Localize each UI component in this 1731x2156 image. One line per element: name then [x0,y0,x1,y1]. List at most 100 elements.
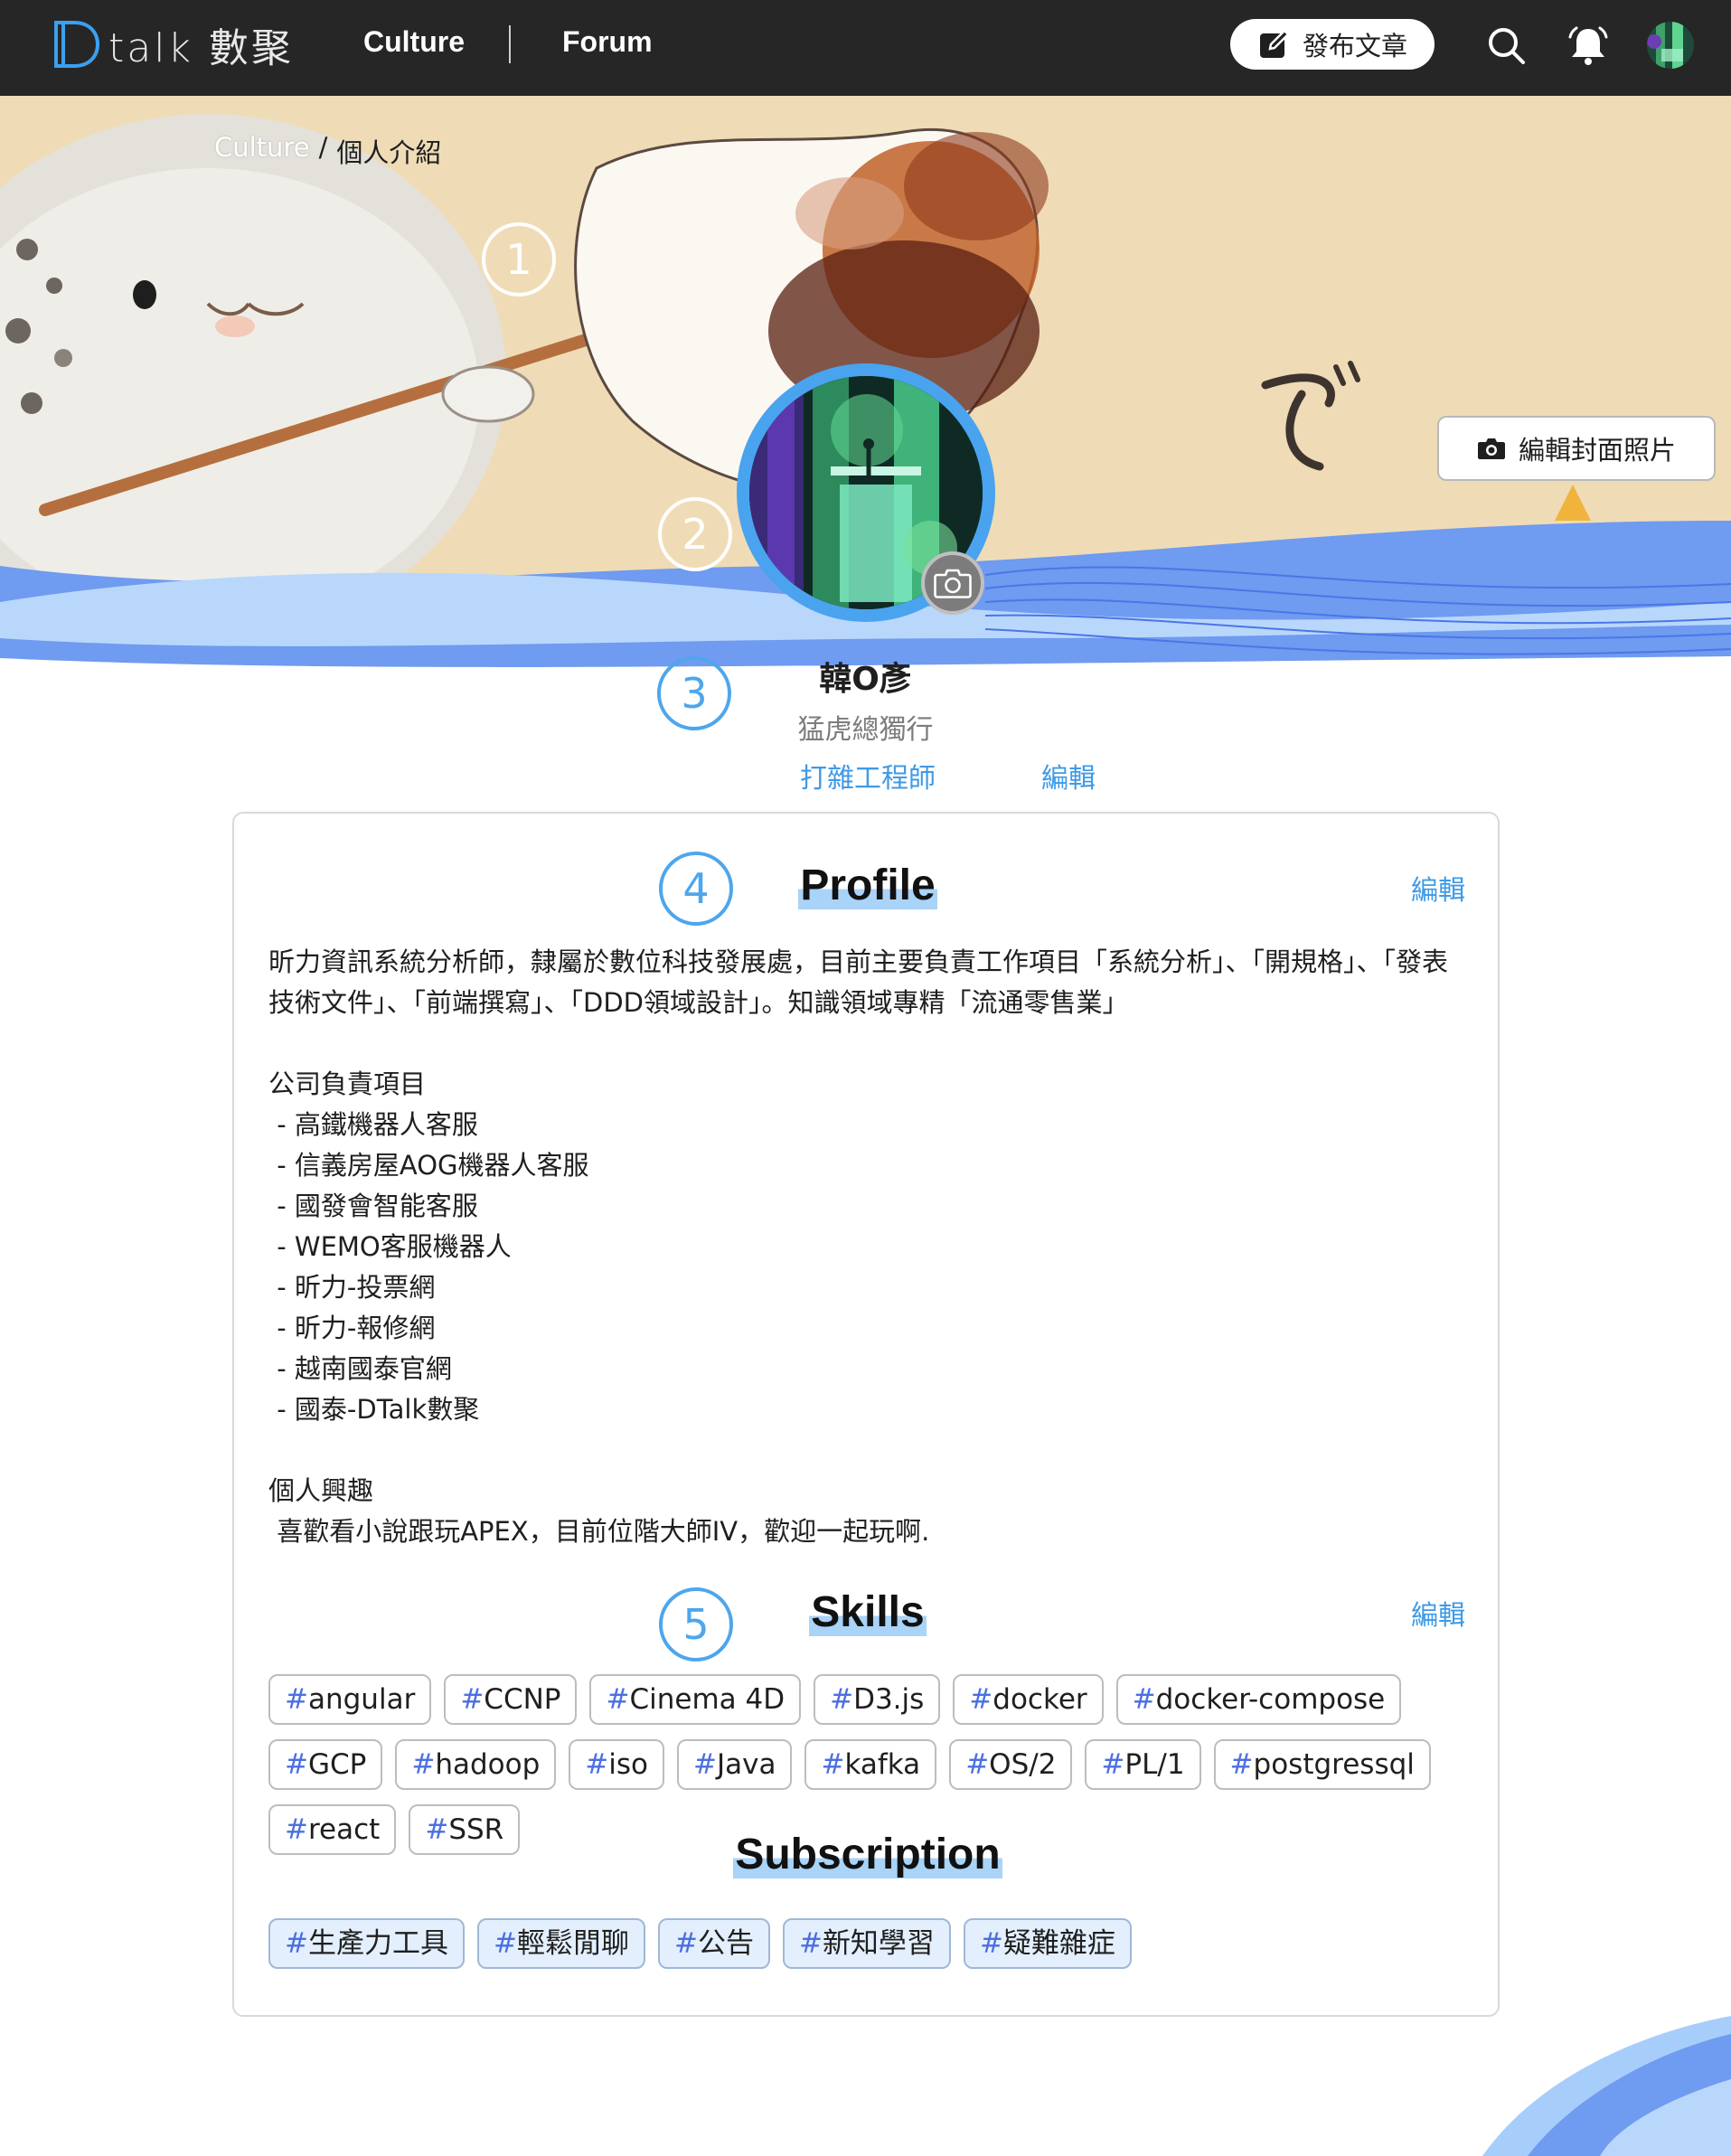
nav-user-avatar[interactable] [1647,22,1694,69]
tag-label: 輕鬆閒聊 [516,1927,629,1960]
hash-symbol: # [411,1748,436,1781]
hash-symbol: # [460,1683,484,1716]
step-marker-2: 2 [658,497,732,571]
tag-label: kafka [844,1748,921,1781]
subscription-tag[interactable]: # 新知學習 [782,1918,951,1969]
skill-tag[interactable]: # iso [569,1739,664,1790]
hash-symbol: # [673,1927,698,1960]
top-navigation: talk 數聚 Culture Forum 發布文章 [0,0,1731,96]
tag-label: CCNP [484,1683,561,1716]
notification-button[interactable] [1562,20,1614,72]
profile-card: 4 Profile 編輯 昕力資訊系統分析師，隸屬於數位科技發展處，目前主要負責… [232,812,1500,2017]
skill-tag[interactable]: # Java [677,1739,793,1790]
subscription-heading: Subscription [234,1830,1501,1879]
tag-label: 新知學習 [822,1927,935,1960]
edit-icon [1259,29,1290,58]
edit-identity-button[interactable]: 編輯 [1041,756,1096,796]
avatar-image [1647,22,1694,69]
skill-tag[interactable]: # GCP [268,1739,383,1790]
skill-tag[interactable]: # D3.js [814,1674,941,1725]
camera-icon [934,569,972,598]
breadcrumb-current: 個人介紹 [336,137,442,168]
logo-text: talk 數聚 [108,25,294,71]
breadcrumb-separator: / [318,132,328,163]
tag-label: postgressql [1253,1748,1415,1781]
breadcrumb: Culture / 個人介紹 [214,132,441,170]
hash-symbol: # [285,1748,308,1781]
subscription-tag[interactable]: # 公告 [657,1918,770,1969]
search-icon [1489,28,1525,64]
breadcrumb-culture-link[interactable]: Culture [214,132,310,170]
profile-heading-text: Profile [798,861,937,909]
skills-heading-text: Skills [809,1588,927,1636]
subscription-tag-list: # 生產力工具 # 輕鬆閒聊 # 公告 # 新知學習 # 疑難雜症 [268,1918,1480,1969]
hash-symbol: # [493,1927,517,1960]
hash-symbol: # [821,1748,845,1781]
skill-tag[interactable]: # kafka [804,1739,937,1790]
edit-skills-button[interactable]: 編輯 [1411,1593,1465,1633]
tag-label: iso [608,1748,648,1781]
camera-icon [1477,438,1505,459]
skills-tag-list: # angular # CCNP # Cinema 4D # D3.js # docker # doc… [268,1674,1480,1855]
skill-tag[interactable]: # angular [268,1674,432,1725]
tag-label: 生產力工具 [307,1927,448,1960]
tag-label: PL/1 [1124,1748,1185,1781]
tag-label: 公告 [697,1927,754,1960]
skill-tag[interactable]: # OS/2 [949,1739,1073,1790]
hash-symbol: # [1132,1683,1156,1716]
skill-tag[interactable]: # postgressql [1213,1739,1431,1790]
hash-symbol: # [1101,1748,1125,1781]
skill-tag[interactable]: # hadoop [395,1739,557,1790]
site-logo[interactable]: talk 數聚 [51,16,294,72]
user-role-link[interactable]: 打雜工程師 [800,756,936,796]
edit-cover-photo-button[interactable]: 編輯封面照片 [1437,416,1716,481]
skills-heading: Skills [234,1587,1501,1637]
nav-link-culture[interactable]: Culture [363,25,465,59]
tag-label: Java [716,1748,776,1781]
skill-tag[interactable]: # CCNP [444,1674,578,1725]
hash-symbol: # [693,1748,717,1781]
change-avatar-button[interactable] [921,551,984,615]
tag-label: docker-compose [1155,1683,1386,1716]
logo-d-icon [54,21,100,68]
tag-label: 疑難雜症 [1002,1927,1115,1960]
publish-article-label: 發布文章 [1302,31,1407,61]
skill-tag[interactable]: # docker-compose [1115,1674,1402,1725]
hash-symbol: # [285,1683,308,1716]
profile-description: 昕力資訊系統分析師，隸屬於數位科技發展處，目前主要負責工作項目「系統分析」、「開… [268,946,1449,1547]
subscription-tag[interactable]: # 疑難雜症 [963,1918,1132,1969]
hash-symbol: # [798,1927,823,1960]
nav-link-forum[interactable]: Forum [562,25,653,59]
skill-tag[interactable]: # Cinema 4D [589,1674,802,1725]
tag-label: docker [993,1683,1087,1716]
hash-symbol: # [285,1927,308,1960]
bell-icon [1568,26,1608,65]
tag-label: hadoop [435,1748,541,1781]
profile-heading: Profile [234,861,1501,910]
hash-symbol: # [830,1683,854,1716]
hash-symbol: # [969,1683,993,1716]
subscription-heading-text: Subscription [733,1831,1002,1878]
hash-symbol: # [965,1748,990,1781]
tag-label: OS/2 [989,1748,1057,1781]
subscription-tag[interactable]: # 生產力工具 [268,1918,465,1969]
decorative-wave [1482,2016,1731,2156]
nav-divider [509,25,511,63]
tag-label: Cinema 4D [629,1683,786,1716]
subscription-tag[interactable]: # 輕鬆閒聊 [476,1918,645,1969]
hash-symbol: # [606,1683,630,1716]
user-name: 韓O彥 [819,661,912,698]
skill-tag[interactable]: # docker [953,1674,1104,1725]
step-marker-1: 1 [482,222,556,297]
hash-symbol: # [1229,1748,1254,1781]
hash-symbol: # [585,1748,609,1781]
search-button[interactable] [1481,20,1533,72]
publish-article-button[interactable]: 發布文章 [1230,19,1435,70]
hash-symbol: # [979,1927,1003,1960]
edit-profile-button[interactable]: 編輯 [1411,868,1465,908]
tag-label: GCP [307,1748,367,1781]
user-title: 猛虎總獨行 [797,714,934,746]
tag-label: angular [307,1683,416,1716]
skill-tag[interactable]: # PL/1 [1085,1739,1201,1790]
tag-label: D3.js [853,1683,925,1716]
